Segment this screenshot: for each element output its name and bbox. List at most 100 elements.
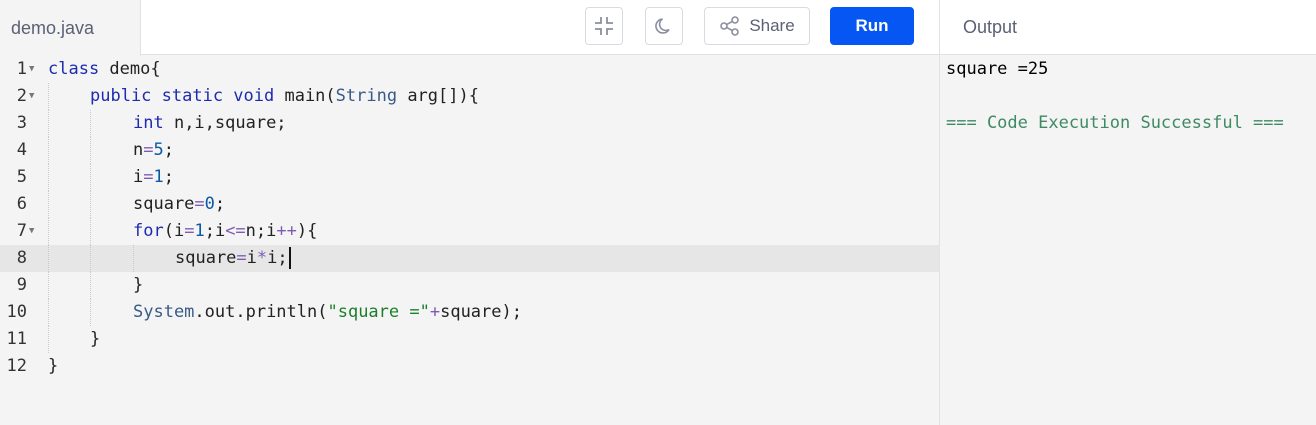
code-token: System [133,302,195,322]
code-line[interactable]: 7 ▼ for(i=1;i<=n;i++){ [0,218,939,245]
indent-guide [90,110,92,137]
code-line[interactable]: 2 ▼ public static void main(String arg[]… [0,83,939,110]
indent-guide [48,326,50,353]
line-number: 9 [16,275,27,295]
code-token: String [335,86,398,106]
code-token: ){ [296,221,318,241]
code-token: = [184,221,195,241]
code-token: .out.println( [194,302,328,322]
fullscreen-button[interactable] [585,7,623,45]
code-token: ; [214,194,226,214]
code-line[interactable]: 10 System.out.println("square ="+square)… [0,299,939,326]
fold-arrow-icon[interactable]: ▼ [29,56,34,83]
file-tab-label: demo.java [11,17,95,38]
run-label: Run [855,16,889,35]
code-token: square [133,194,195,214]
code-text: square=i*i; [175,245,291,272]
file-tab[interactable]: demo.java [0,0,141,56]
code-token: = [194,194,205,214]
exit-fullscreen-icon [595,17,613,35]
code-text: } [90,329,101,349]
code-token: public static void [90,86,275,106]
indent-guide [48,272,50,299]
code-token: square [175,248,237,268]
line-number: 7 [16,221,27,241]
indent-guide [48,245,50,272]
code-token: ; [163,167,174,187]
code-token: n,i,square; [163,113,287,133]
code-token: i [133,167,144,187]
indent-guide [90,272,92,299]
line-number: 3 [16,113,27,133]
text-cursor [288,247,291,269]
line-number: 12 [6,356,27,376]
code-line[interactable]: 6 square=0; [0,191,939,218]
line-number: 2 [16,86,27,106]
code-token: arg[]){ [397,86,479,106]
code-token: 5 [153,140,164,160]
code-token: int [133,113,164,133]
fold-arrow-icon[interactable]: ▼ [29,83,34,110]
code-text: public static void main(String arg[]){ [90,83,479,110]
indent-guide [48,137,50,164]
line-number: 8 [16,248,27,268]
code-token: i [246,248,257,268]
indent-guide [90,191,92,218]
execution-status: === Code Execution Successful === [946,113,1284,133]
code-line[interactable]: 1 ▼ class demo{ [0,56,939,83]
code-token: main( [274,86,336,106]
indent-guide [48,83,50,110]
code-token: ;i [204,221,226,241]
output-panel: square =25 === Code Execution Successful… [946,56,1316,137]
code-token: i; [267,248,288,268]
indent-guide [90,299,92,326]
output-line: square =25 [946,59,1049,79]
line-number: 5 [16,167,27,187]
code-line[interactable]: 3 int n,i,square; [0,110,939,137]
code-token: class [48,59,100,79]
code-token: <= [225,221,246,241]
code-editor[interactable]: 1 ▼ class demo{ 2 ▼ public static void m… [0,56,939,425]
code-token: n;i [245,221,277,241]
indent-guide [90,218,92,245]
code-token: 0 [204,194,215,214]
indent-guide [90,245,92,272]
run-button[interactable]: Run [830,7,914,45]
code-token: ; [163,140,174,160]
code-line[interactable]: 11 } [0,326,939,353]
indent-guide [48,218,50,245]
code-token: square); [440,302,522,322]
theme-toggle-button[interactable] [645,7,683,45]
code-line[interactable]: 9 } [0,272,939,299]
code-line[interactable]: 5 i=1; [0,164,939,191]
code-text: n=5; [133,137,174,164]
indent-guide [48,110,50,137]
code-token: for [133,221,164,241]
indent-guide [48,299,50,326]
indent-guide [90,137,92,164]
indent-guide [90,164,92,191]
code-token: + [429,302,441,322]
code-text: class demo{ [48,56,161,83]
code-token: n [133,140,144,160]
line-number: 10 [6,302,27,322]
code-line-active[interactable]: 8 square=i*i; [0,245,939,272]
code-text: square=0; [133,191,225,218]
pane-divider[interactable] [939,0,940,425]
code-line[interactable]: 12 } [0,353,939,380]
code-token: ++ [276,221,297,241]
code-token: 1 [153,167,164,187]
fold-arrow-icon[interactable]: ▼ [29,218,34,245]
moon-icon [655,18,670,34]
code-token: "square =" [327,302,430,322]
code-line[interactable]: 4 n=5; [0,137,939,164]
share-label: Share [749,16,795,35]
code-token: = [143,140,154,160]
indent-guide [133,245,135,272]
line-number: 6 [16,194,27,214]
line-number: 1 [16,59,27,79]
output-tab: Output [963,0,1017,55]
code-token: demo{ [99,59,161,79]
share-button[interactable]: Share [704,7,810,45]
